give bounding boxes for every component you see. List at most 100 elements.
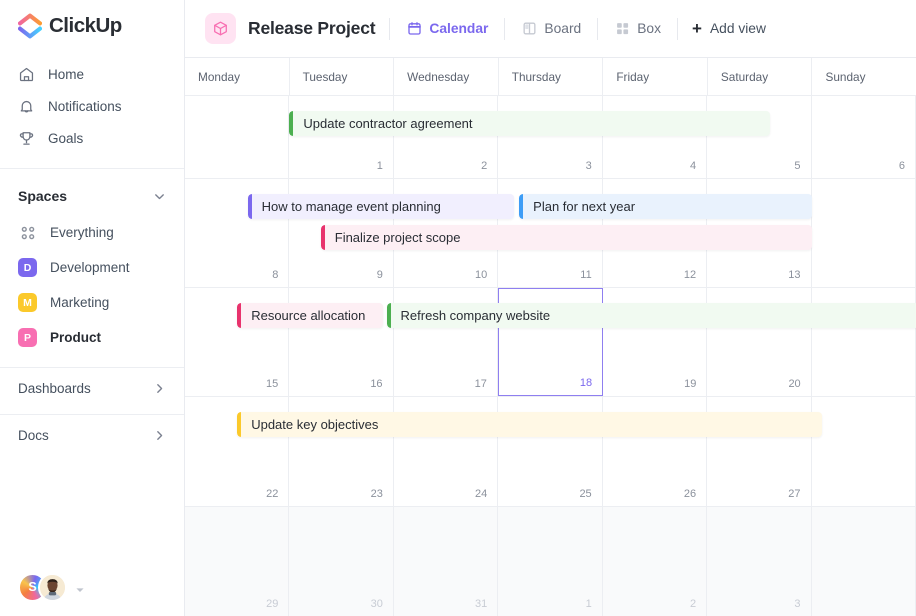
sidebar-item-everything[interactable]: Everything [0,215,184,250]
calendar-day-cell[interactable]: 2 [394,96,498,178]
trophy-icon [18,130,35,147]
calendar-day-cell[interactable]: 6 [812,96,916,178]
calendar-event[interactable]: Resource allocation [237,303,383,328]
day-number: 11 [580,269,591,281]
calendar-day-cell[interactable]: 1 [498,507,602,616]
grid-dots-icon [18,223,37,242]
space-label: Product [50,330,101,345]
calendar-event[interactable]: Update key objectives [237,412,822,437]
user-photo-avatar[interactable] [38,573,67,602]
day-number: 6 [899,160,905,172]
clickup-logo-icon [18,13,42,39]
calendar-view: Monday Tuesday Wednesday Thursday Friday… [185,57,916,616]
add-view-button[interactable]: + Add view [692,20,766,37]
event-title: Plan for next year [523,199,635,214]
board-icon [521,21,537,37]
section-label: Dashboards [18,381,91,396]
sidebar-item-product[interactable]: P Product [0,320,184,355]
chevron-right-icon [153,382,166,395]
caret-down-icon[interactable] [75,582,85,592]
calendar-day-header: Monday Tuesday Wednesday Thursday Friday… [185,58,916,96]
calendar-event[interactable]: Finalize project scope [321,225,812,250]
divider [597,18,598,40]
calendar-day-cell[interactable]: 1 [289,96,393,178]
calendar-day-cell[interactable]: 5 [707,96,811,178]
calendar-day-cell[interactable]: 31 [394,507,498,616]
day-number: 4 [690,160,696,172]
day-number: 9 [377,269,383,281]
day-number: 8 [272,269,278,281]
tab-calendar[interactable]: Calendar [404,17,490,41]
sidebar: ClickUp Home Notific [0,0,185,616]
home-icon [18,66,35,83]
calendar-day-cell[interactable]: 29 [185,507,289,616]
topbar: Release Project Calendar [185,0,916,57]
calendar-event[interactable]: Update contractor agreement [289,111,769,136]
day-number: 31 [475,598,487,610]
day-number: 3 [794,598,800,610]
sidebar-item-dashboards[interactable]: Dashboards [0,368,184,408]
day-number: 15 [266,378,278,390]
calendar-week-row: 8910111213How to manage event planningPl… [185,179,916,288]
day-number: 3 [586,160,592,172]
sidebar-item-label: Goals [48,131,83,146]
day-number: 1 [377,160,383,172]
spaces-label: Spaces [18,188,67,204]
day-number: 10 [475,269,487,281]
day-number: 19 [684,378,696,390]
user-area[interactable]: S [0,558,184,616]
event-title: Update key objectives [241,417,378,432]
calendar-day-cell[interactable]: 2 [603,507,707,616]
spaces-header[interactable]: Spaces [0,177,184,215]
calendar-event[interactable]: Refresh company website [387,303,916,328]
section-label: Docs [18,428,49,443]
day-number: 1 [586,598,592,610]
calendar-week-row: 151617181920Resource allocationRefresh c… [185,288,916,397]
event-title: How to manage event planning [252,199,441,214]
calendar-event[interactable]: Plan for next year [519,194,811,219]
calendar-day-cell[interactable] [185,96,289,178]
day-name: Sunday [812,58,916,95]
sidebar-item-goals[interactable]: Goals [0,122,184,154]
brand-name: ClickUp [49,14,122,38]
space-label: Everything [50,225,114,240]
bell-icon [18,98,35,115]
calendar-event[interactable]: How to manage event planning [248,194,514,219]
chevron-down-icon[interactable] [153,190,166,203]
tab-label: Calendar [429,21,488,36]
day-number: 27 [788,488,800,500]
sidebar-item-marketing[interactable]: M Marketing [0,285,184,320]
tab-board[interactable]: Board [519,17,583,41]
day-name: Wednesday [394,58,499,95]
tab-box[interactable]: Box [612,17,663,41]
sidebar-item-development[interactable]: D Development [0,250,184,285]
clickup-logo[interactable]: ClickUp [0,0,184,52]
cube-icon [205,13,236,44]
calendar-day-cell[interactable]: 4 [603,96,707,178]
spaces-list: Everything D Development M Marketing P P… [0,215,184,355]
sidebar-item-home[interactable]: Home [0,58,184,90]
day-number: 2 [481,160,487,172]
calendar-day-cell[interactable] [812,397,916,505]
box-grid-icon [614,21,630,37]
add-view-label: Add view [710,21,766,36]
sidebar-item-docs[interactable]: Docs [0,415,184,455]
plus-icon: + [692,20,702,37]
divider [504,18,505,40]
calendar-day-cell[interactable] [812,507,916,616]
day-number: 20 [788,378,800,390]
day-name: Monday [185,58,290,95]
calendar-day-cell[interactable]: 30 [289,507,393,616]
event-title: Finalize project scope [325,230,461,245]
chevron-right-icon [153,429,166,442]
day-number: 2 [690,598,696,610]
calendar-day-cell[interactable] [812,179,916,287]
day-number: 18 [580,377,592,389]
day-number: 23 [371,488,383,500]
day-number: 26 [684,488,696,500]
sidebar-item-label: Home [48,67,84,82]
app-root: ClickUp Home Notific [0,0,916,616]
calendar-day-cell[interactable]: 3 [498,96,602,178]
calendar-day-cell[interactable]: 3 [707,507,811,616]
sidebar-item-notifications[interactable]: Notifications [0,90,184,122]
